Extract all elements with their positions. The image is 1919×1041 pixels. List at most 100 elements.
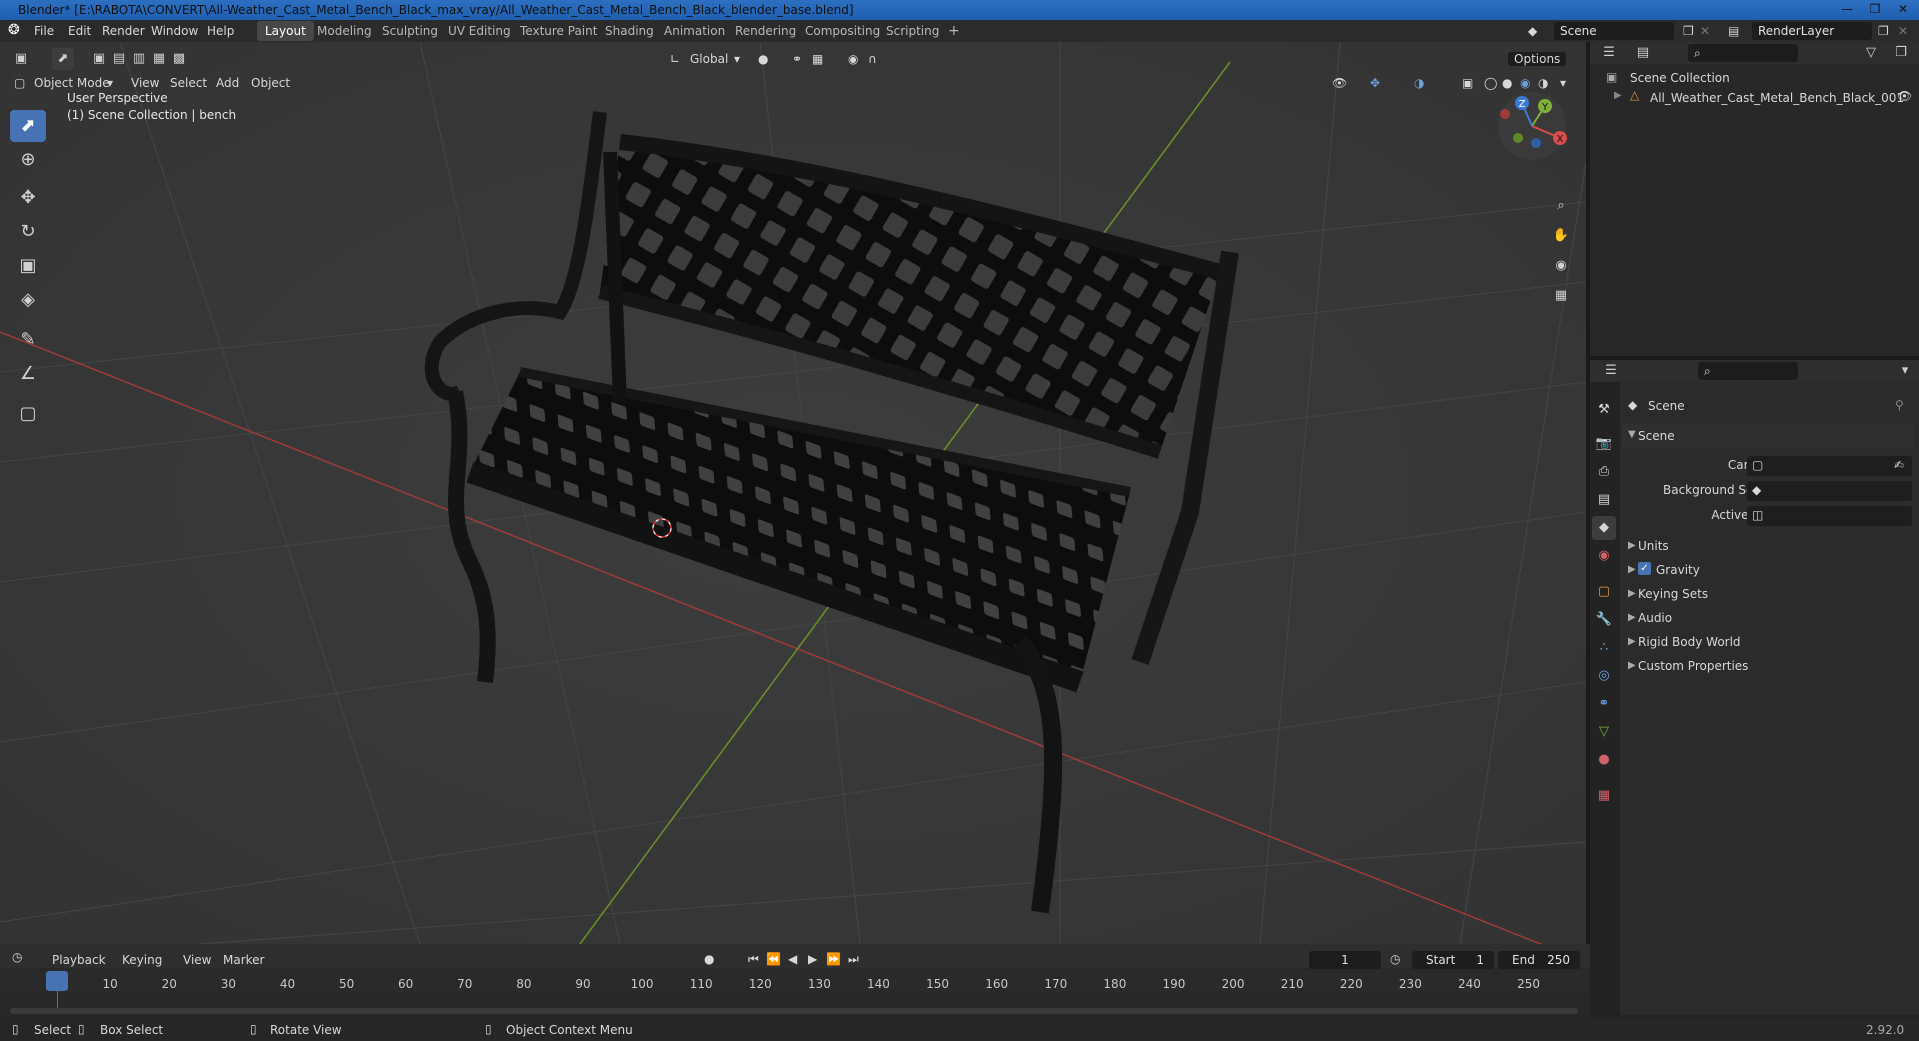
properties-editor-icon[interactable]: ☰ [1600, 360, 1622, 382]
preview-range-icon[interactable]: ◷ [1390, 952, 1400, 966]
keying-menu[interactable]: Keying [122, 953, 162, 967]
new-view-layer-icon[interactable]: ❐ [1878, 24, 1889, 38]
outliner-item[interactable]: All_Weather_Cast_Metal_Bench_Black_001 [1650, 91, 1904, 105]
tab-shading[interactable]: Shading [597, 21, 662, 41]
snap-icon[interactable]: ⚭ [792, 52, 802, 66]
menu-help[interactable]: Help [207, 24, 234, 38]
texture-tab-icon[interactable]: ▦ [1592, 784, 1616, 808]
new-collection-icon[interactable]: ❐ [1890, 42, 1912, 64]
tab-texture-paint[interactable]: Texture Paint [512, 21, 605, 41]
play-reverse-icon[interactable]: ◀ [788, 952, 797, 966]
ortho-grid-icon[interactable]: ▦ [1550, 285, 1572, 307]
tab-animation[interactable]: Animation [656, 21, 733, 41]
minimize-icon[interactable]: — [1833, 1, 1861, 18]
display-mode-icon[interactable]: ▤ [1632, 42, 1654, 64]
menu-edit[interactable]: Edit [68, 24, 91, 38]
select-intersect-icon[interactable]: ▩ [168, 48, 190, 70]
collapse-arrow-icon[interactable]: ▼ [1628, 429, 1636, 440]
constraint-tab-icon[interactable]: ⚭ [1592, 692, 1616, 716]
camera-field[interactable] [1747, 456, 1912, 476]
keying-sets-subpanel[interactable]: Keying Sets [1638, 587, 1708, 601]
select-extend-icon[interactable]: ▤ [108, 48, 130, 70]
tab-uv-editing[interactable]: UV Editing [440, 21, 519, 41]
3d-viewport[interactable]: X Y Z User Perspective (1) Scene Collect… [0, 42, 1586, 944]
mode-dropdown[interactable]: Object Mode [34, 76, 110, 90]
camera-view-icon[interactable]: ◉ [1550, 255, 1572, 277]
jump-end-icon[interactable]: ⏭ [848, 952, 859, 967]
tab-sculpting[interactable]: Sculpting [374, 21, 446, 41]
select-invert-icon[interactable]: ▦ [148, 48, 170, 70]
overlay-toggle-icon[interactable]: ◑ [1414, 76, 1424, 90]
options-dropdown[interactable]: Options [1508, 52, 1567, 66]
units-expand-icon[interactable]: ▶ [1628, 540, 1636, 551]
properties-search-input[interactable]: ⌕ [1698, 362, 1798, 380]
scene-field[interactable]: Scene [1554, 22, 1674, 40]
transform-tool-icon[interactable]: ◈ [10, 284, 46, 316]
current-frame-field[interactable]: 1 [1309, 951, 1381, 969]
gizmo-toggle-icon[interactable]: ✥ [1370, 76, 1380, 90]
outliner-search-input[interactable]: ⌕ [1688, 44, 1798, 62]
keying-sets-expand-icon[interactable]: ▶ [1628, 588, 1636, 599]
menu-file[interactable]: File [34, 24, 54, 38]
world-tab-icon[interactable]: ◉ [1592, 544, 1616, 568]
material-tab-icon[interactable]: ● [1592, 748, 1616, 772]
menu-view[interactable]: View [131, 76, 159, 90]
active-clip-field[interactable] [1747, 506, 1912, 526]
pivot-icon[interactable]: ● [758, 52, 768, 66]
background-scene-field[interactable] [1747, 481, 1912, 501]
custom-properties-subpanel[interactable]: Custom Properties [1638, 659, 1748, 673]
custom-props-expand-icon[interactable]: ▶ [1628, 660, 1636, 671]
eye-visibility-icon[interactable]: 👁 [1897, 89, 1912, 103]
timeline-view-menu[interactable]: View [183, 953, 211, 967]
material-shading-icon[interactable]: ◉ [1520, 76, 1530, 90]
orientation-icon[interactable]: ∟ [670, 52, 680, 66]
rendered-shading-icon[interactable]: ◑ [1538, 76, 1548, 90]
editor-type-icon[interactable]: ▣ [10, 48, 32, 70]
filter-icon[interactable]: ▽ [1860, 42, 1882, 64]
wireframe-shading-icon[interactable]: ◯ [1484, 76, 1497, 90]
timeline-scrollbar[interactable] [10, 1008, 1578, 1014]
object-tab-icon[interactable]: ▢ [1592, 580, 1616, 604]
object-mode-icon[interactable]: ▢ [14, 76, 25, 90]
gravity-checkbox[interactable]: ✓ [1638, 562, 1651, 575]
menu-window[interactable]: Window [151, 24, 198, 38]
physics-tab-icon[interactable]: ◎ [1592, 664, 1616, 688]
gravity-expand-icon[interactable]: ▶ [1628, 564, 1636, 575]
start-frame-field[interactable]: Start 1 [1412, 951, 1494, 969]
view-layer-icon[interactable]: ▤ [1728, 24, 1739, 38]
end-frame-field[interactable]: End 250 [1498, 951, 1580, 969]
pin-icon[interactable]: ⚲ [1895, 398, 1904, 412]
mode-chevron-icon[interactable]: ▾ [107, 76, 113, 90]
properties-options-icon[interactable]: ▾ [1894, 360, 1916, 382]
scene-tab-icon[interactable]: ◆ [1592, 516, 1616, 540]
prev-keyframe-icon[interactable]: ⏪ [766, 952, 781, 966]
timeline-editor-icon[interactable]: ◷ [12, 950, 22, 964]
marker-menu[interactable]: Marker [223, 953, 264, 967]
rotate-tool-icon[interactable]: ↻ [10, 216, 46, 248]
tab-compositing[interactable]: Compositing [797, 21, 888, 41]
maximize-icon[interactable]: ❐ [1861, 1, 1889, 18]
annotate-tool-icon[interactable]: ✎ [10, 324, 46, 356]
select-subtract-icon[interactable]: ▥ [128, 48, 150, 70]
zoom-icon[interactable]: ⌕ [1550, 195, 1572, 217]
modifier-tab-icon[interactable]: 🔧 [1592, 608, 1616, 632]
play-icon[interactable]: ▶ [808, 952, 817, 966]
cursor-tool-icon[interactable]: ⊕ [10, 144, 46, 176]
orientation-dropdown[interactable]: Global [690, 52, 728, 66]
tab-modeling[interactable]: Modeling [309, 21, 380, 41]
tab-layout[interactable]: Layout [257, 21, 314, 41]
select-box-tool-icon[interactable]: ⬈ [10, 110, 46, 142]
close-icon[interactable]: ✕ [1889, 1, 1917, 18]
output-tab-icon[interactable]: ⎙ [1592, 460, 1616, 484]
delete-view-layer-icon[interactable]: ✕ [1898, 24, 1908, 38]
jump-start-icon[interactable]: ⏮ [748, 952, 759, 967]
particles-tab-icon[interactable]: ∴ [1592, 636, 1616, 660]
rigid-body-expand-icon[interactable]: ▶ [1628, 636, 1636, 647]
select-new-icon[interactable]: ▣ [88, 48, 110, 70]
expand-arrow-icon[interactable]: ▶ [1614, 90, 1622, 101]
falloff-icon[interactable]: ∩ [868, 52, 877, 66]
gravity-subpanel[interactable]: Gravity [1656, 563, 1700, 577]
menu-select[interactable]: Select [170, 76, 207, 90]
units-subpanel[interactable]: Units [1638, 539, 1669, 553]
solid-shading-icon[interactable]: ● [1502, 76, 1512, 90]
